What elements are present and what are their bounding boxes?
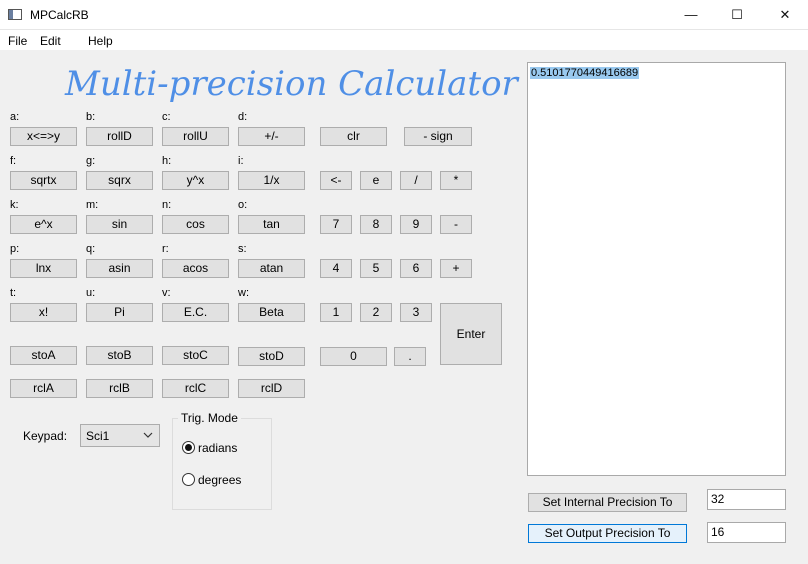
digit-8-button[interactable]: 8 xyxy=(360,215,392,234)
asin-button[interactable]: asin xyxy=(86,259,153,278)
app-icon xyxy=(8,9,22,20)
power-button[interactable]: y^x xyxy=(162,171,229,190)
keypad-select[interactable]: Sci1 xyxy=(80,424,160,447)
minus-sign-button[interactable]: - sign xyxy=(404,127,472,146)
change-sign-button[interactable]: +/- xyxy=(238,127,305,146)
key-label-c: c: xyxy=(162,111,171,123)
clear-button[interactable]: clr xyxy=(320,127,387,146)
key-label-r: r: xyxy=(162,243,169,255)
recall-c-button[interactable]: rclC xyxy=(162,379,229,398)
divide-button[interactable]: / xyxy=(400,171,432,190)
digit-4-button[interactable]: 4 xyxy=(320,259,352,278)
output-precision-input[interactable]: 16 xyxy=(707,522,786,543)
key-label-g: g: xyxy=(86,155,96,167)
output-display[interactable]: 0.5101770449416689 xyxy=(527,62,786,476)
key-label-m: m: xyxy=(86,199,99,211)
sqrt-button[interactable]: sqrtx xyxy=(10,171,77,190)
key-label-d: d: xyxy=(238,111,248,123)
digit-6-button[interactable]: 6 xyxy=(400,259,432,278)
store-c-button[interactable]: stoC xyxy=(162,346,229,365)
recall-d-button[interactable]: rclD xyxy=(238,379,305,398)
degrees-label: degrees xyxy=(198,473,242,487)
store-b-button[interactable]: stoB xyxy=(86,346,153,365)
internal-precision-input[interactable]: 32 xyxy=(707,489,786,510)
set-internal-precision-button[interactable]: Set Internal Precision To xyxy=(528,493,687,512)
digit-0-button[interactable]: 0 xyxy=(320,347,387,366)
recall-b-button[interactable]: rclB xyxy=(86,379,153,398)
menu-bar: File Edit Help xyxy=(0,30,808,50)
radians-radio[interactable] xyxy=(182,441,195,454)
key-label-i: i: xyxy=(238,155,244,167)
chevron-down-icon xyxy=(143,432,153,438)
output-value: 0.5101770449416689 xyxy=(530,67,640,79)
key-label-t: t: xyxy=(10,287,17,299)
exponent-button[interactable]: e xyxy=(360,171,392,190)
menu-help[interactable]: Help xyxy=(88,34,113,48)
sin-button[interactable]: sin xyxy=(86,215,153,234)
keypad-label: Keypad: xyxy=(23,429,68,443)
key-label-n: n: xyxy=(162,199,172,211)
digit-2-button[interactable]: 2 xyxy=(360,303,392,322)
key-label-q: q: xyxy=(86,243,96,255)
key-label-v: v: xyxy=(162,287,171,299)
decimal-point-button[interactable]: . xyxy=(394,347,426,366)
factorial-button[interactable]: x! xyxy=(10,303,77,322)
key-label-p: p: xyxy=(10,243,20,255)
window-title: MPCalcRB xyxy=(30,8,89,22)
keypad-select-value: Sci1 xyxy=(86,429,110,443)
menu-edit[interactable]: Edit xyxy=(40,34,61,48)
key-label-s: s: xyxy=(238,243,247,255)
swap-xy-button[interactable]: x<=>y xyxy=(10,127,77,146)
atan-button[interactable]: atan xyxy=(238,259,305,278)
square-button[interactable]: sqrx xyxy=(86,171,153,190)
multiply-button[interactable]: * xyxy=(440,171,472,190)
digit-7-button[interactable]: 7 xyxy=(320,215,352,234)
key-label-b: b: xyxy=(86,111,96,123)
backspace-button[interactable]: <- xyxy=(320,171,352,190)
maximize-button[interactable]: ☐ xyxy=(714,0,760,30)
acos-button[interactable]: acos xyxy=(162,259,229,278)
digit-3-button[interactable]: 3 xyxy=(400,303,432,322)
digit-1-button[interactable]: 1 xyxy=(320,303,352,322)
store-d-button[interactable]: stoD xyxy=(238,347,305,366)
set-output-precision-button[interactable]: Set Output Precision To xyxy=(528,524,687,543)
trig-mode-group xyxy=(172,418,272,510)
ln-button[interactable]: lnx xyxy=(10,259,77,278)
store-a-button[interactable]: stoA xyxy=(10,346,77,365)
title-bar: MPCalcRB — ☐ ✕ xyxy=(0,0,808,30)
tan-button[interactable]: tan xyxy=(238,215,305,234)
digit-9-button[interactable]: 9 xyxy=(400,215,432,234)
minimize-button[interactable]: — xyxy=(668,0,714,30)
enter-button[interactable]: Enter xyxy=(440,303,502,365)
key-label-f: f: xyxy=(10,155,17,167)
key-label-h: h: xyxy=(162,155,172,167)
roll-down-button[interactable]: rollD xyxy=(86,127,153,146)
key-label-a: a: xyxy=(10,111,20,123)
euler-constant-button[interactable]: E.C. xyxy=(162,303,229,322)
radians-label: radians xyxy=(198,441,238,455)
pi-button[interactable]: Pi xyxy=(86,303,153,322)
beta-button[interactable]: Beta xyxy=(238,303,305,322)
degrees-radio[interactable] xyxy=(182,473,195,486)
menu-file[interactable]: File xyxy=(8,34,27,48)
cos-button[interactable]: cos xyxy=(162,215,229,234)
reciprocal-button[interactable]: 1/x xyxy=(238,171,305,190)
key-label-u: u: xyxy=(86,287,96,299)
recall-a-button[interactable]: rclA xyxy=(10,379,77,398)
key-label-k: k: xyxy=(10,199,19,211)
close-button[interactable]: ✕ xyxy=(762,0,808,30)
exp-button[interactable]: e^x xyxy=(10,215,77,234)
app-heading: Multi-precision Calculator xyxy=(65,64,518,104)
trig-mode-title: Trig. Mode xyxy=(178,411,241,425)
key-label-w: w: xyxy=(238,287,249,299)
roll-up-button[interactable]: rollU xyxy=(162,127,229,146)
key-label-o: o: xyxy=(238,199,248,211)
digit-5-button[interactable]: 5 xyxy=(360,259,392,278)
add-button[interactable]: + xyxy=(440,259,472,278)
subtract-button[interactable]: - xyxy=(440,215,472,234)
